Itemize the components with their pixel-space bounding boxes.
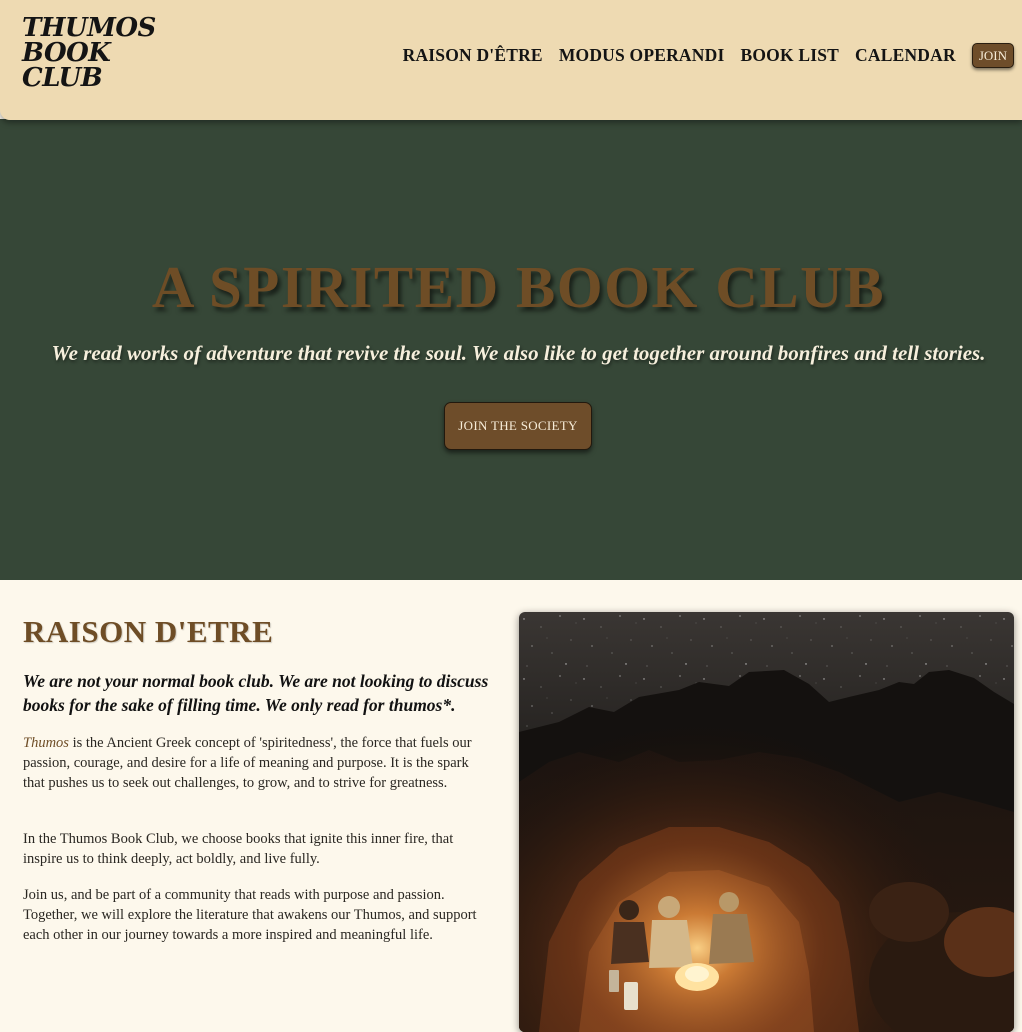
paragraph-thumos-definition: Thumos is the Ancient Greek concept of '…: [23, 733, 478, 793]
nav-link-modus-operandi[interactable]: MODUS OPERANDI: [559, 45, 725, 66]
nav-link-book-list[interactable]: BOOK LIST: [740, 45, 839, 66]
hero-title: A SPIRITED BOOK CLUB: [151, 254, 886, 320]
nav-join-button[interactable]: JOIN: [971, 43, 1014, 68]
site-header: THUMOS BOOK CLUB RAISON D'ÊTRE MODUS OPE…: [0, 0, 1022, 120]
section-heading: RAISON D'ETRE: [23, 614, 274, 649]
thumos-term: Thumos: [23, 735, 69, 751]
campfire-photo: [519, 612, 1014, 1032]
nav-link-calendar[interactable]: CALENDAR: [855, 45, 956, 66]
hero-subtitle: We read works of adventure that revive t…: [51, 341, 986, 365]
logo-line-3: CLUB: [22, 63, 103, 93]
nav-link-raison-detre[interactable]: RAISON D'ÊTRE: [403, 45, 543, 66]
paragraph-book-choice: In the Thumos Book Club, we choose books…: [23, 831, 454, 867]
join-society-button[interactable]: JOIN THE SOCIETY: [444, 402, 592, 450]
campfire-night-image: [519, 612, 1014, 1032]
raison-detre-section: RAISON D'ETRE We are not your normal boo…: [0, 580, 1022, 1032]
lead-statement: We are not your normal book club. We are…: [23, 671, 489, 715]
main-nav: RAISON D'ÊTRE MODUS OPERANDI BOOK LIST C…: [403, 43, 1014, 68]
hero-section: A SPIRITED BOOK CLUB We read works of ad…: [0, 119, 1022, 580]
paragraph-1-text: is the Ancient Greek concept of 'spirite…: [23, 735, 472, 791]
paragraph-join-invite: Join us, and be part of a community that…: [23, 887, 477, 943]
site-logo[interactable]: THUMOS BOOK CLUB: [22, 15, 156, 93]
